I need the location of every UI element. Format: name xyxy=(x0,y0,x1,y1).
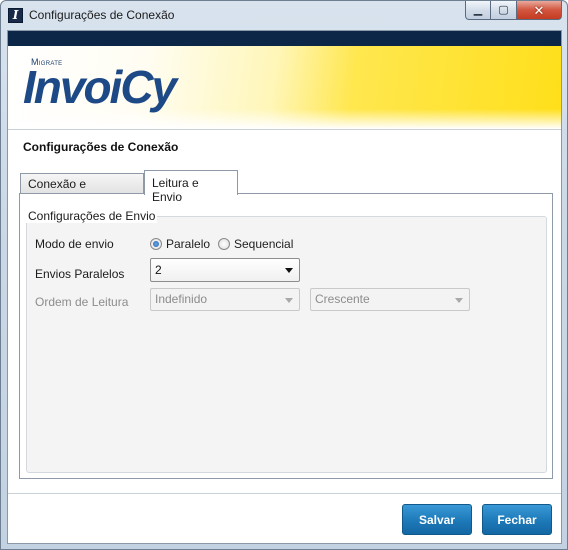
radio-selected-icon xyxy=(150,238,162,250)
minimize-button[interactable]: ▁ xyxy=(465,1,491,20)
tab-leitura-envio[interactable]: Leitura e Envio xyxy=(144,170,238,204)
group-configuracoes-envio: Modo de envio Paralelo Sequencial Envios… xyxy=(26,216,547,473)
tab-panel: Modo de envio Paralelo Sequencial Envios… xyxy=(19,193,553,479)
page-title: Configurações de Conexão xyxy=(23,140,179,154)
caption-buttons: ▁ ▢ ✕ xyxy=(465,1,562,20)
envios-paralelos-label: Envios Paralelos xyxy=(35,267,125,281)
radio-sequencial-label: Sequencial xyxy=(234,237,294,251)
group-title: Configurações de Envio xyxy=(26,209,158,223)
ordem-leitura-field-select[interactable]: Indefinido xyxy=(150,288,300,311)
ordem-leitura-direction-value: Crescente xyxy=(315,292,370,306)
modo-envio-label: Modo de envio xyxy=(35,237,114,251)
radio-paralelo-label: Paralelo xyxy=(166,237,211,251)
close-button[interactable]: Fechar xyxy=(482,504,552,535)
chevron-down-icon xyxy=(285,298,293,303)
maximize-button[interactable]: ▢ xyxy=(491,1,517,20)
brand-banner: Migrate InvoiCy xyxy=(8,31,561,129)
close-window-button[interactable]: ✕ xyxy=(517,1,562,20)
footer-divider xyxy=(8,493,561,494)
ordem-leitura-label: Ordem de Leitura xyxy=(35,295,129,309)
ordem-leitura-direction-select[interactable]: Crescente xyxy=(310,288,470,311)
dialog-window: I Configurações de Conexão ▁ ▢ ✕ Migrate… xyxy=(0,0,568,550)
title-bar[interactable]: I Configurações de Conexão ▁ ▢ ✕ xyxy=(1,1,567,29)
brand-logo: InvoiCy xyxy=(23,61,177,113)
radio-sequencial[interactable]: Sequencial xyxy=(218,237,293,251)
ordem-leitura-field-value: Indefinido xyxy=(155,292,208,306)
close-icon: ✕ xyxy=(533,2,545,18)
window-title: Configurações de Conexão xyxy=(29,8,175,22)
chevron-down-icon xyxy=(455,298,463,303)
client-area: Migrate InvoiCy Configurações de Conexão… xyxy=(7,30,562,544)
banner-divider xyxy=(8,129,561,130)
save-button[interactable]: Salvar xyxy=(402,504,472,535)
radio-paralelo[interactable]: Paralelo xyxy=(150,237,210,251)
app-icon: I xyxy=(8,8,23,23)
tab-conexao-ambiente[interactable]: Conexão e Ambiente xyxy=(20,173,144,205)
banner-navy-strip xyxy=(8,31,561,46)
envios-paralelos-value: 2 xyxy=(155,263,162,277)
radio-unselected-icon xyxy=(218,238,230,250)
chevron-down-icon xyxy=(285,268,293,273)
minimize-icon: ▁ xyxy=(473,3,483,16)
maximize-icon: ▢ xyxy=(498,3,509,16)
envios-paralelos-select[interactable]: 2 xyxy=(150,258,300,282)
